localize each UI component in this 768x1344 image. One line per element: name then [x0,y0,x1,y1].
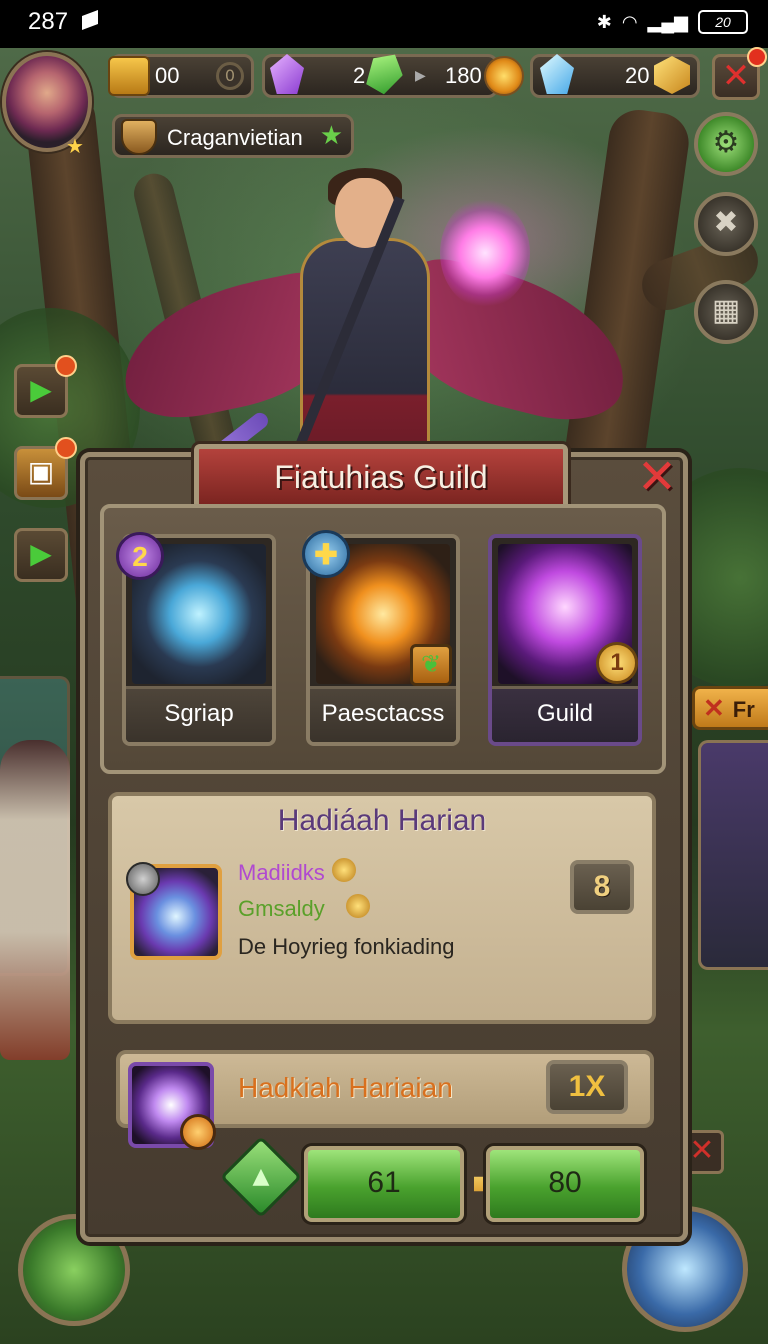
chest-button[interactable]: ▣ [14,437,77,500]
close-icon: ✕ [703,693,725,723]
signal-icon: ▂▄▆ [647,11,688,32]
gold-extra: 0 [216,62,244,90]
panel-close-button[interactable]: ✕ [630,452,684,506]
right-side-tag[interactable]: ✕ Fr [692,686,768,730]
star-crystal-icon[interactable] [128,1062,216,1150]
flame-icon [180,1114,216,1150]
sword-badge-icon: ✚ [302,530,350,578]
left-hero-figure [0,740,70,1060]
star-icon: ★ [66,134,84,158]
crossed-swords-icon: ✖ [713,205,739,240]
crystal-reward-icon[interactable] [126,862,222,960]
play-icon: ▶ [30,537,52,570]
guild-shield-icon [121,119,157,155]
notification-dot [747,47,767,67]
event-button[interactable]: ▶ [14,528,68,582]
battle-button[interactable]: ✖ [694,192,758,256]
tab-guild[interactable]: Guild [488,534,642,746]
fire-coin-icon [484,56,524,96]
close-icon: ✕ [689,1133,715,1168]
chest-icon: ▣ [27,455,55,488]
arrow-icon: ▶ [415,68,426,84]
coin-icon [332,858,356,882]
bluetooth-icon: ✱ [596,11,612,32]
second-reward-label: Hadkiah Hariaian [238,1072,453,1103]
wifi-icon: ◠ [621,11,638,32]
tab-badge: 2 [116,532,164,580]
map-button[interactable]: ▦ [694,280,758,344]
top-close-button[interactable]: ✕ [712,47,767,100]
leaf-icon: ❦ [410,644,452,686]
second-reward-count: 1X [546,1060,628,1114]
panel-title-banner: Fiatuhias Guild [194,444,568,510]
reward-line-2: Gmsaldy [238,896,325,921]
staff-glow [440,198,530,308]
claim-button-right[interactable]: 80 [486,1146,644,1222]
close-icon: ✕ [636,449,678,505]
reward-line-3: De Hoyrieg fonkiading [238,934,455,959]
tab-label: Paesctacss [310,686,456,742]
close-icon: ✕ [721,56,751,96]
star-icon: ★ [319,121,343,151]
gear-icon: ⚙ [712,125,740,160]
tab-label: Guild [492,686,638,742]
right-tag-label: Fr [732,697,755,722]
notification-dot [55,355,77,377]
tab-badge: 1 [596,642,638,684]
gold-value: 00 [155,63,180,88]
player-name-plate[interactable]: Craganvietian ★ [112,114,354,158]
notification-icon [82,10,98,30]
tab-label: Sgriap [126,686,272,742]
status-icons: ✱ ◠ ▂▄▆ 20 [597,10,748,34]
player-name: Craganvietian [167,125,303,150]
play-icon: ▶ [30,373,52,406]
orb-icon [126,862,160,896]
status-bar: 287 ✱ ◠ ▂▄▆ 20 [0,0,768,48]
green-gem-value: 180 [445,63,482,88]
reward-line-1: Madiidks [238,860,325,885]
right-hero-card[interactable] [698,740,768,970]
notification-dot [55,437,77,459]
arrow-up-icon: ▲ [252,1164,270,1189]
purple-gem-value: 2 [353,63,366,88]
reward-count: 8 [570,860,634,914]
gold-chest-icon [108,56,150,96]
map-icon: ▦ [711,293,741,328]
claim-button-left[interactable]: 61 [304,1146,464,1222]
panel-title: Fiatuhias Guild [274,459,488,495]
battery-icon: 20 [698,10,748,34]
coin-icon [346,894,370,918]
quest-button[interactable]: ▶ [14,355,77,418]
status-time: 287 [28,8,69,35]
blue-gem-value: 20 [625,63,650,88]
reward-title: Hadiáah Harian [277,804,487,837]
gear-button[interactable]: ⚙ [694,112,758,176]
